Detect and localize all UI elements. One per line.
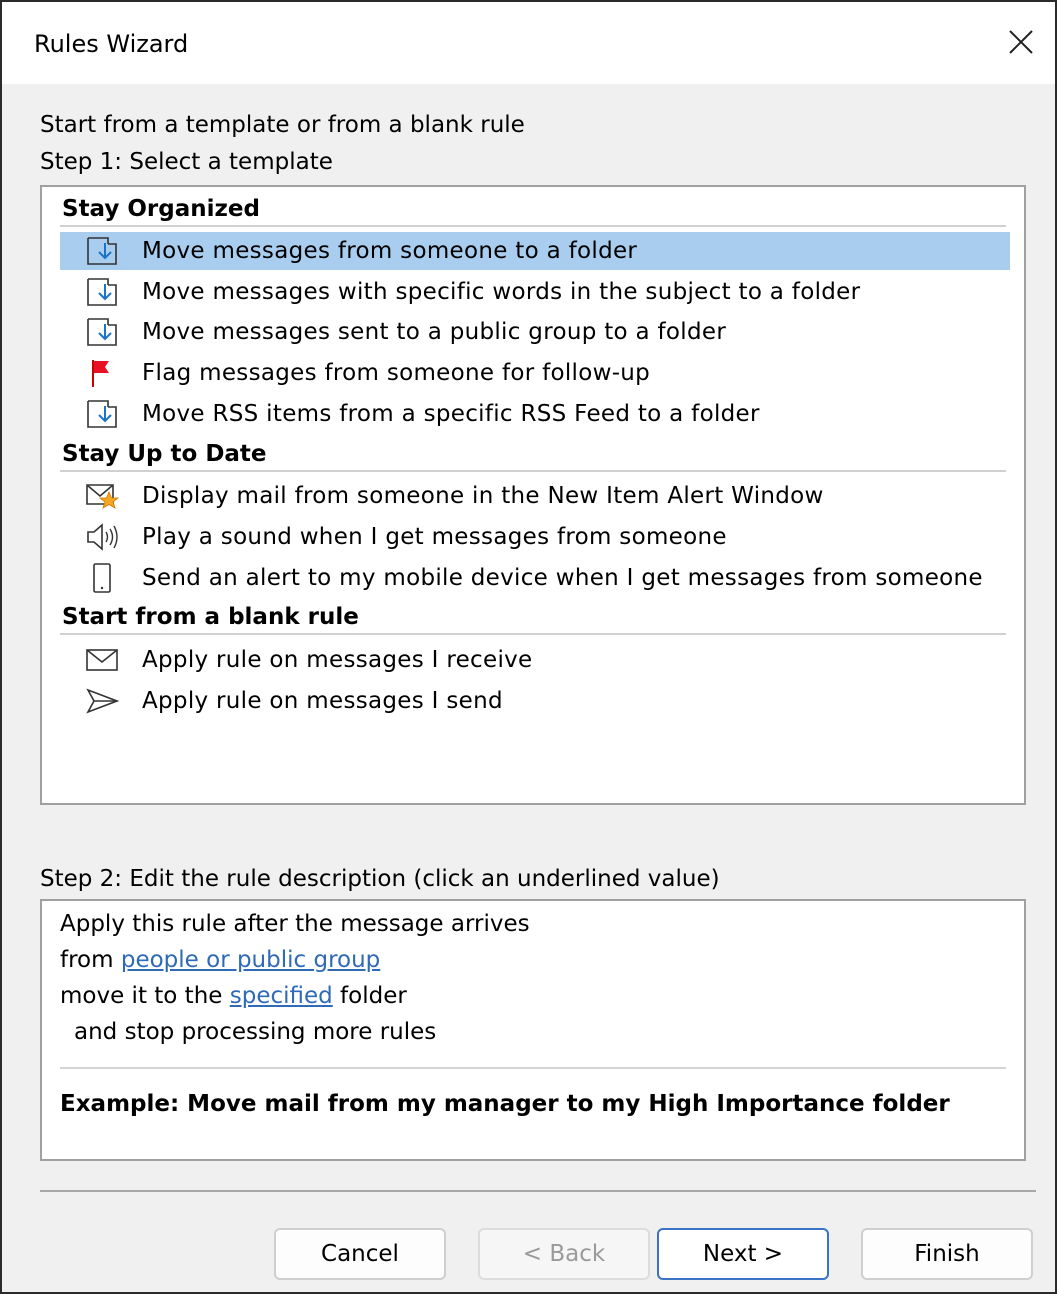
next-button[interactable]: Next >: [657, 1228, 829, 1280]
cancel-button[interactable]: Cancel: [274, 1228, 446, 1280]
template-item-mobile-alert[interactable]: Send an alert to my mobile device when I…: [60, 559, 1010, 597]
description-line-1: Apply this rule after the message arrive…: [60, 911, 530, 937]
footer-divider: [40, 1190, 1036, 1192]
template-item-move-specific-words[interactable]: Move messages with specific words in the…: [60, 273, 1010, 311]
mobile-device-icon: [84, 561, 120, 595]
step2-label: Step 2: Edit the rule description (click…: [40, 866, 720, 892]
title-bar: Rules Wizard: [2, 2, 1055, 84]
rule-description-box: Apply this rule after the message arrive…: [40, 899, 1026, 1161]
example-text: Example: Move mail from my manager to my…: [60, 1091, 950, 1117]
description-divider: [60, 1067, 1006, 1069]
description-text: from: [60, 947, 121, 973]
template-item-label: Move messages from someone to a folder: [142, 238, 638, 264]
move-to-folder-icon: [84, 315, 120, 349]
template-item-label: Flag messages from someone for follow-up: [142, 360, 651, 386]
template-item-label: Play a sound when I get messages from so…: [142, 524, 727, 550]
close-button[interactable]: [991, 12, 1051, 72]
intro-text: Start from a template or from a blank ru…: [40, 112, 525, 138]
window-title: Rules Wizard: [34, 30, 189, 58]
rules-wizard-dialog: Rules Wizard Start from a template or fr…: [0, 0, 1057, 1294]
finish-button[interactable]: Finish: [861, 1228, 1033, 1280]
send-icon: [84, 684, 120, 718]
template-item-move-public-group[interactable]: Move messages sent to a public group to …: [60, 313, 1010, 351]
mail-star-icon: [84, 479, 120, 513]
description-line-4: and stop processing more rules: [74, 1019, 437, 1045]
template-list[interactable]: Stay Organized Move messages from someon…: [40, 185, 1026, 805]
description-text: move it to the: [60, 983, 230, 1009]
envelope-icon: [84, 643, 120, 677]
move-to-folder-icon: [84, 275, 120, 309]
description-line-2: from people or public group: [60, 945, 380, 975]
template-item-move-from-someone[interactable]: Move messages from someone to a folder: [60, 232, 1010, 270]
back-button[interactable]: < Back: [478, 1228, 650, 1280]
template-item-label: Move RSS items from a specific RSS Feed …: [142, 401, 760, 427]
group-heading-stay-organized: Stay Organized: [60, 193, 1006, 227]
template-item-flag-follow-up[interactable]: Flag messages from someone for follow-up: [60, 354, 1010, 392]
template-item-move-rss[interactable]: Move RSS items from a specific RSS Feed …: [60, 395, 1010, 433]
template-item-label: Send an alert to my mobile device when I…: [142, 565, 983, 591]
red-flag-icon: [84, 356, 120, 390]
description-line-3: move it to the specified folder: [60, 981, 407, 1011]
template-item-play-sound[interactable]: Play a sound when I get messages from so…: [60, 518, 1010, 556]
template-item-apply-receive[interactable]: Apply rule on messages I receive: [60, 641, 1010, 679]
template-item-apply-send[interactable]: Apply rule on messages I send: [60, 682, 1010, 720]
template-item-new-item-alert[interactable]: Display mail from someone in the New Ite…: [60, 477, 1010, 515]
description-text: folder: [332, 983, 407, 1009]
step1-label: Step 1: Select a template: [40, 149, 333, 175]
close-icon: [1009, 30, 1033, 54]
template-item-label: Move messages with specific words in the…: [142, 279, 861, 305]
template-item-label: Apply rule on messages I receive: [142, 647, 533, 673]
move-to-folder-icon: [84, 234, 120, 268]
template-item-label: Move messages sent to a public group to …: [142, 319, 727, 345]
template-item-label: Display mail from someone in the New Ite…: [142, 483, 824, 509]
people-or-public-group-link[interactable]: people or public group: [121, 947, 380, 973]
specified-folder-link[interactable]: specified: [230, 983, 333, 1009]
move-to-folder-icon: [84, 397, 120, 431]
group-heading-stay-up-to-date: Stay Up to Date: [60, 438, 1006, 472]
group-heading-blank-rule: Start from a blank rule: [60, 601, 1006, 635]
speaker-icon: [84, 520, 120, 554]
template-item-label: Apply rule on messages I send: [142, 688, 503, 714]
